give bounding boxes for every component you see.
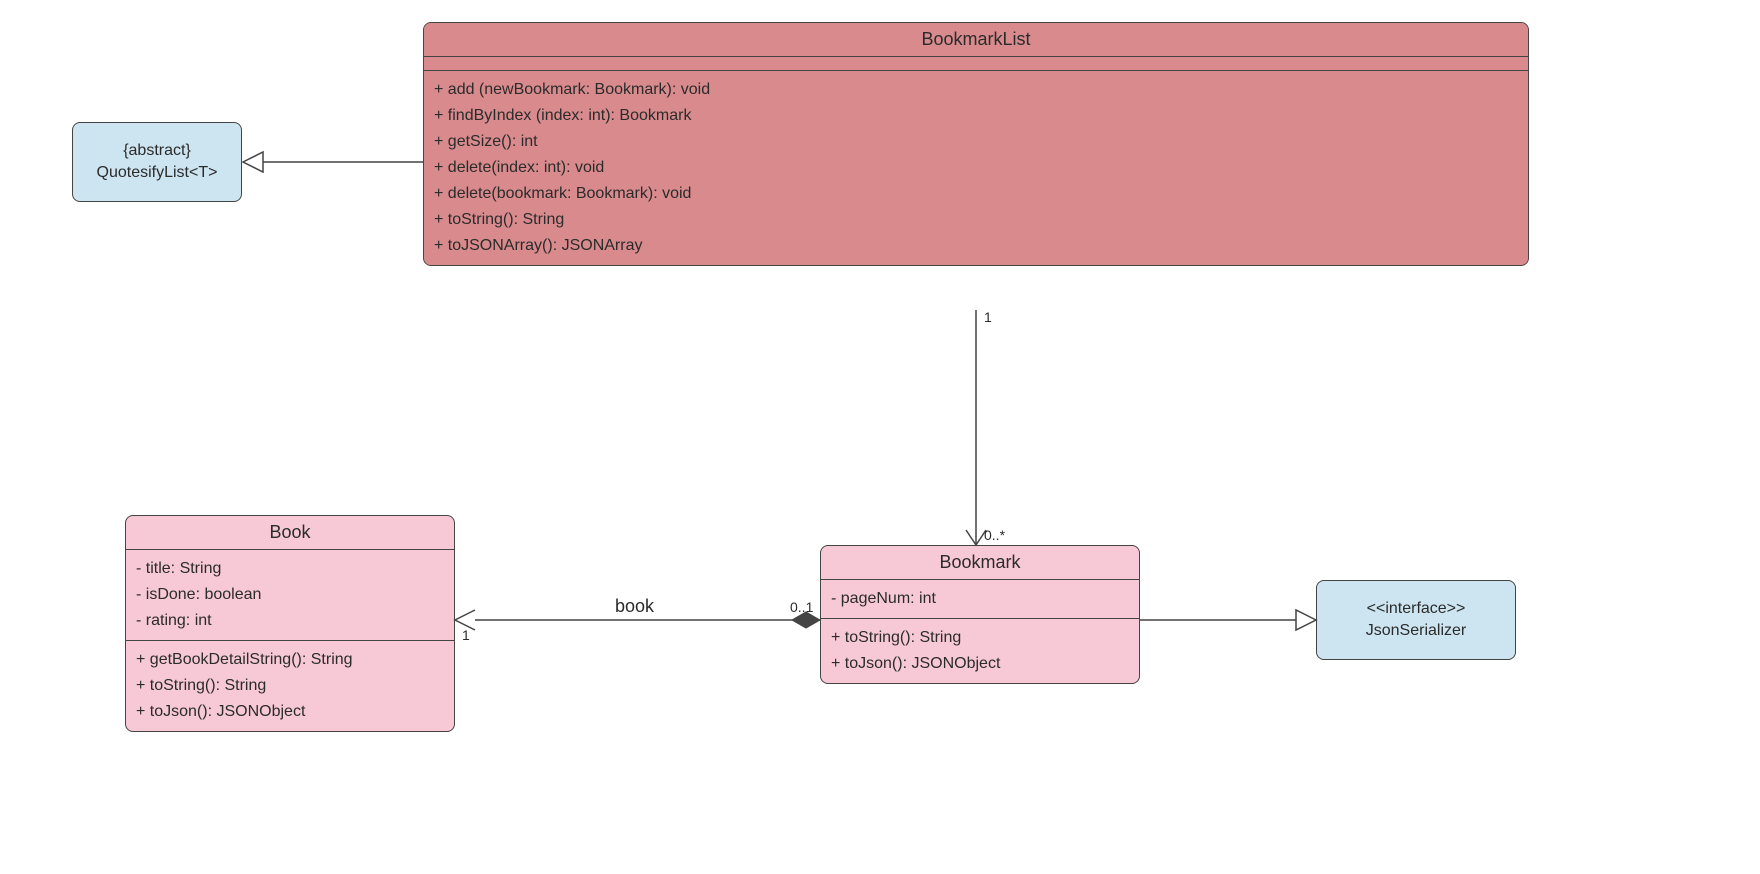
interface-jsonserializer: <<interface>> JsonSerializer: [1316, 580, 1516, 660]
member-line: - title: String: [136, 556, 444, 582]
edge-bookmark-has-book: book 0..1 1: [455, 596, 820, 643]
edge-bookmarklist-extends-quotesifylist: [243, 152, 423, 172]
class-title: Book: [126, 516, 454, 550]
class-quotesifylist: {abstract} QuotesifyList<T>: [72, 122, 242, 202]
multiplicity-0-1: 0..1: [790, 599, 814, 615]
member-line: + toString(): String: [831, 625, 1129, 651]
member-line: - isDone: boolean: [136, 582, 444, 608]
member-line: + getBookDetailString(): String: [136, 647, 444, 673]
member-line: + toJson(): JSONObject: [136, 699, 444, 725]
class-book: Book - title: String- isDone: boolean- r…: [125, 515, 455, 732]
class-ops: + toString(): String+ toJson(): JSONObje…: [821, 619, 1139, 683]
class-attrs: - pageNum: int: [821, 580, 1139, 619]
class-attrs: - title: String- isDone: boolean- rating…: [126, 550, 454, 641]
class-bookmarklist: BookmarkList + add (newBookmark: Bookmar…: [423, 22, 1529, 266]
member-line: + toString(): String: [434, 207, 1518, 233]
stereotype-interface: <<interface>>: [1367, 598, 1466, 620]
member-line: - rating: int: [136, 608, 444, 634]
class-name: QuotesifyList<T>: [97, 162, 218, 184]
member-line: + toJson(): JSONObject: [831, 651, 1129, 677]
multiplicity-1: 1: [462, 627, 470, 643]
class-bookmark: Bookmark - pageNum: int + toString(): St…: [820, 545, 1140, 684]
class-ops: + getBookDetailString(): String+ toStrin…: [126, 641, 454, 731]
member-line: - pageNum: int: [831, 586, 1129, 612]
member-line: + toJSONArray(): JSONArray: [434, 233, 1518, 259]
member-line: + delete(bookmark: Bookmark): void: [434, 181, 1518, 207]
uml-diagram-canvas: {abstract} QuotesifyList<T> <<interface>…: [0, 0, 1760, 874]
edge-bookmarklist-has-bookmark: 1 0..*: [966, 309, 1006, 545]
interface-name: JsonSerializer: [1366, 620, 1466, 642]
member-line: + toString(): String: [136, 673, 444, 699]
member-line: + getSize(): int: [434, 129, 1518, 155]
multiplicity-1: 1: [984, 309, 992, 325]
stereotype-abstract: {abstract}: [123, 140, 191, 162]
multiplicity-0-star: 0..*: [984, 527, 1006, 543]
member-line: + findByIndex (index: int): Bookmark: [434, 103, 1518, 129]
class-title: Bookmark: [821, 546, 1139, 580]
member-line: + add (newBookmark: Bookmark): void: [434, 77, 1518, 103]
class-title: BookmarkList: [424, 23, 1528, 57]
association-label-book: book: [615, 596, 655, 616]
edge-bookmark-implements-jsonserializer: [1140, 610, 1316, 630]
class-ops: + add (newBookmark: Bookmark): void+ fin…: [424, 71, 1528, 265]
class-attrs-empty: [424, 57, 1528, 71]
member-line: + delete(index: int): void: [434, 155, 1518, 181]
